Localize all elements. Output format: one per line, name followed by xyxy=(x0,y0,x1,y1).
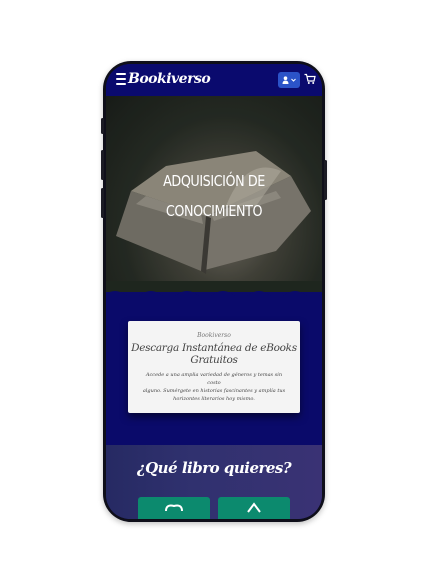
info-card: Bookiverso Descarga Instantánea de eBook… xyxy=(128,321,300,413)
card-description-line: horizontes literarios hoy mismo. xyxy=(173,396,255,402)
card-description-line: alguno. Sumérgete en historias fascinant… xyxy=(142,388,286,394)
section-title: ¿Qué libro quieres? xyxy=(136,459,292,477)
hero-title: ADQUISICIÓN DE CONOCIMIENTO xyxy=(122,166,306,226)
hero-banner: ADQUISICIÓN DE CONOCIMIENTO xyxy=(106,96,322,300)
phone-side-button xyxy=(101,118,104,134)
user-icon xyxy=(282,76,289,84)
brand-logo[interactable]: Bookiverso xyxy=(128,71,211,87)
card-brand: Bookiverso xyxy=(197,332,231,339)
card-description: Accede a una amplia variedad de géneros … xyxy=(139,371,289,403)
user-menu-button[interactable] xyxy=(278,72,300,88)
hamburger-icon[interactable] xyxy=(116,73,126,85)
bookmark-icon xyxy=(247,502,261,513)
app-screen: Bookiverso ADQUISICIÓN DE CONOCIMIENTO B… xyxy=(106,64,322,519)
phone-side-button xyxy=(324,160,327,200)
cart-icon[interactable] xyxy=(304,73,316,85)
top-navbar: Bookiverso xyxy=(106,64,322,96)
card-title: Descarga Instantánea de eBooks Gratuitos xyxy=(131,342,297,366)
category-tile[interactable] xyxy=(218,497,290,519)
category-tile[interactable] xyxy=(138,497,210,519)
card-description-line: Accede a una amplia variedad de géneros … xyxy=(145,372,283,386)
wave-divider xyxy=(106,291,322,300)
chevron-down-icon xyxy=(291,78,296,82)
phone-side-button xyxy=(101,188,104,218)
hero-title-line: ADQUISICIÓN DE xyxy=(163,172,265,190)
book-icon xyxy=(165,504,183,512)
phone-side-button xyxy=(101,150,104,180)
book-choice-section: ¿Qué libro quieres? xyxy=(106,445,322,519)
hero-title-line: CONOCIMIENTO xyxy=(165,202,263,220)
